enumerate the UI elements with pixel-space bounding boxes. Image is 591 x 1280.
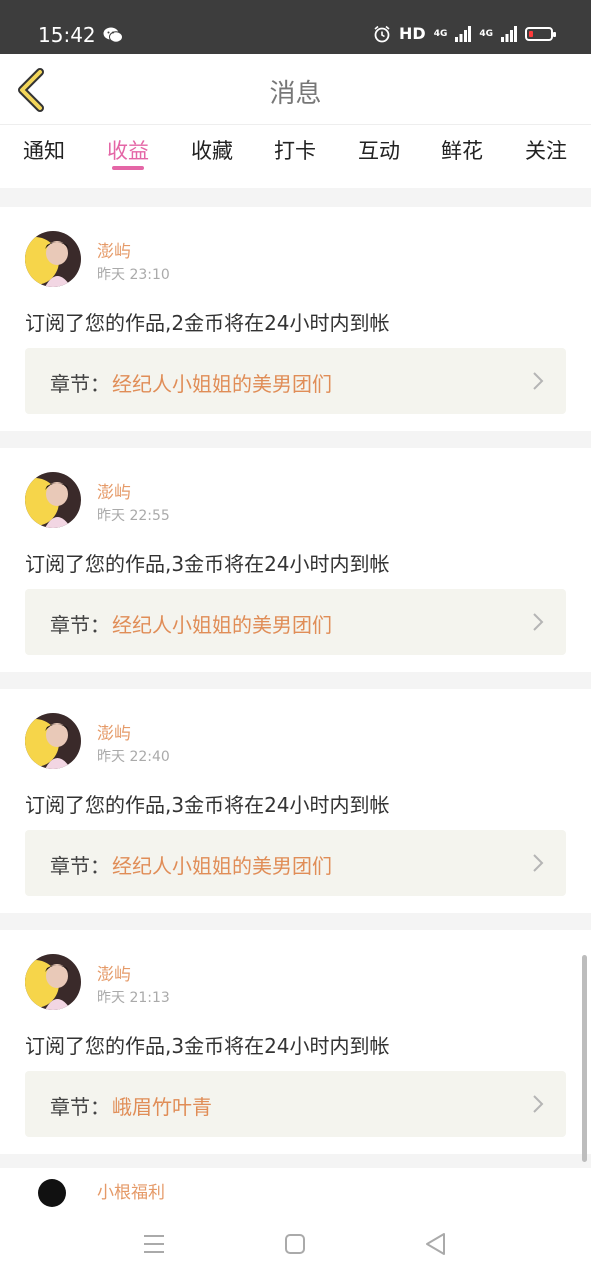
tab-notifications[interactable]: 通知 [23,135,65,165]
avatar[interactable] [38,1179,66,1207]
menu-icon[interactable] [140,1230,168,1258]
avatar[interactable] [25,472,81,528]
avatar[interactable] [25,231,81,287]
message-text: 订阅了您的作品,3金币将在24小时内到帐 [25,552,390,576]
status-bar: 15:42 HD 4G 4G [0,0,591,54]
tab-following[interactable]: 关注 [525,135,567,165]
chapter-link[interactable]: 章节： 经纪人小姐姐的美男团们 [25,830,566,896]
message-time: 昨天 22:40 [97,749,170,765]
user-name[interactable]: 澎屿 [97,960,131,985]
network-label-1: 4G [433,28,448,39]
user-name[interactable]: 澎屿 [97,237,131,262]
page-title: 消息 [269,79,322,109]
back-triangle-icon[interactable] [422,1230,450,1258]
system-nav-bar [0,1208,591,1280]
message-text: 订阅了您的作品,2金币将在24小时内到帐 [25,311,390,335]
message-time: 昨天 22:55 [97,508,170,524]
message-card: 澎屿 昨天 22:55 订阅了您的作品,3金币将在24小时内到帐 章节： 经纪人… [0,448,591,672]
message-time: 昨天 21:13 [97,990,170,1006]
avatar[interactable] [25,954,81,1010]
message-card: 澎屿 昨天 23:10 订阅了您的作品,2金币将在24小时内到帐 章节： 经纪人… [0,207,591,431]
tab-favorites[interactable]: 收藏 [191,135,233,165]
chapter-name: 峨眉竹叶青 [112,1095,212,1119]
message-card-partial: 小根福利 [0,1168,591,1208]
chapter-link[interactable]: 章节： 经纪人小姐姐的美男团们 [25,348,566,414]
scrollbar[interactable] [582,955,587,1162]
tab-interactions[interactable]: 互动 [358,135,400,165]
chapter-name: 经纪人小姐姐的美男团们 [112,854,332,878]
wechat-icon [103,27,123,43]
message-text: 订阅了您的作品,3金币将在24小时内到帐 [25,1034,390,1058]
status-time: 15:42 [38,23,96,47]
message-time: 昨天 23:10 [97,267,170,283]
status-icons: HD 4G 4G [373,24,556,43]
chevron-right-icon [533,854,544,872]
chapter-name: 经纪人小姐姐的美男团们 [112,372,332,396]
alarm-icon [374,25,390,42]
chevron-right-icon [533,1095,544,1113]
tab-flowers[interactable]: 鲜花 [441,135,483,165]
chapter-link[interactable]: 章节： 峨眉竹叶青 [25,1071,566,1137]
tab-bar: 通知 收益 收藏 打卡 互动 鲜花 关注 [0,124,591,188]
chapter-link[interactable]: 章节： 经纪人小姐姐的美男团们 [25,589,566,655]
chapter-name: 经纪人小姐姐的美男团们 [112,613,332,637]
hd-indicator: HD [399,24,426,43]
user-name[interactable]: 澎屿 [97,478,131,503]
active-tab-indicator [112,166,144,170]
message-feed[interactable]: 澎屿 昨天 23:10 订阅了您的作品,2金币将在24小时内到帐 章节： 经纪人… [0,188,591,1208]
network-label-2: 4G [479,28,493,39]
chapter-label: 章节： [50,1095,110,1119]
tab-checkin[interactable]: 打卡 [274,135,316,165]
tab-earnings[interactable]: 收益 [107,135,149,165]
user-name[interactable]: 澎屿 [97,719,131,744]
signal-icon [455,25,472,42]
chapter-label: 章节： [50,372,110,396]
avatar[interactable] [25,713,81,769]
chapter-label: 章节： [50,854,110,878]
message-card: 澎屿 昨天 22:40 订阅了您的作品,3金币将在24小时内到帐 章节： 经纪人… [0,689,591,913]
header: 消息 [0,54,591,124]
message-card: 澎屿 昨天 21:13 订阅了您的作品,3金币将在24小时内到帐 章节： 峨眉竹… [0,930,591,1154]
chevron-right-icon [533,613,544,631]
user-name[interactable]: 小根福利 [97,1178,165,1203]
battery-icon [525,26,556,41]
chapter-label: 章节： [50,613,110,637]
home-square-icon[interactable] [281,1230,309,1258]
message-text: 订阅了您的作品,3金币将在24小时内到帐 [25,793,390,817]
chevron-right-icon [533,372,544,390]
signal-icon-2 [501,25,517,42]
